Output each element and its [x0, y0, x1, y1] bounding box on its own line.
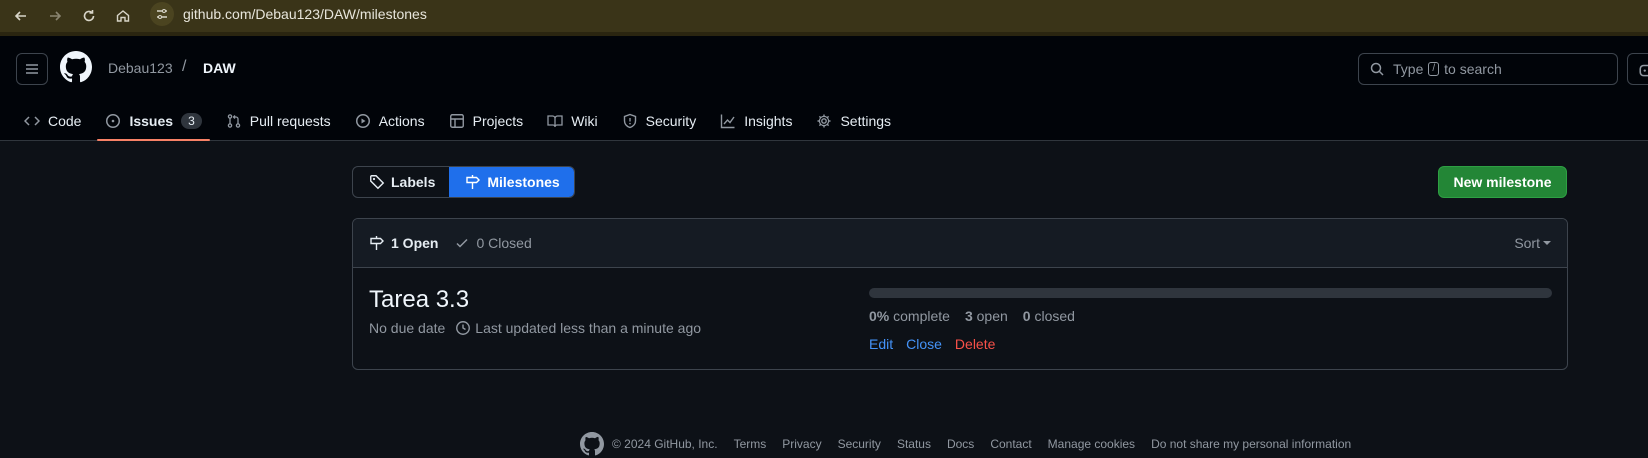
closed-filter[interactable]: 0 Closed [454, 235, 532, 251]
milestones-list-header: 1 Open 0 Closed Sort [353, 219, 1567, 268]
sort-dropdown[interactable]: Sort [1514, 235, 1551, 251]
due-date: No due date [369, 320, 446, 336]
tab-actions[interactable]: Actions [347, 100, 433, 141]
table-icon [449, 113, 464, 128]
code-icon [24, 115, 40, 126]
github-logo-icon[interactable] [580, 432, 604, 456]
milestone-icon [466, 175, 481, 189]
back-icon[interactable] [10, 5, 32, 27]
milestone-actions: Edit Close Delete [869, 336, 1008, 352]
milestone-title[interactable]: Tarea 3.3 [369, 286, 469, 314]
tab-wiki[interactable]: Wiki [539, 100, 605, 141]
open-count: 1 Open [391, 235, 439, 251]
tab-label: Issues [129, 112, 174, 129]
footer-copyright: © 2024 GitHub, Inc. [612, 437, 718, 451]
milestones-label: Milestones [487, 174, 560, 190]
labels-milestones-subnav: Labels Milestones [352, 166, 575, 198]
git-pull-request-icon [227, 113, 240, 128]
edit-link[interactable]: Edit [869, 336, 893, 352]
search-shortcut-key: / [1428, 62, 1440, 76]
check-icon [456, 238, 468, 248]
site-settings-icon[interactable] [150, 2, 174, 26]
menu-button[interactable] [16, 53, 48, 85]
open-stat[interactable]: 3 open [965, 308, 1008, 324]
footer-link-manage-cookies[interactable]: Manage cookies [1048, 437, 1135, 451]
address-bar[interactable]: github.com/Debau123/DAW/milestones [150, 0, 427, 28]
tab-settings[interactable]: Settings [808, 100, 899, 141]
issues-counter: 3 [181, 112, 202, 129]
tab-label: Actions [378, 112, 425, 129]
footer-link-contact[interactable]: Contact [990, 437, 1031, 451]
tab-label: Code [48, 112, 82, 129]
github-logo-icon[interactable] [60, 51, 92, 83]
footer-link-status[interactable]: Status [897, 437, 931, 451]
footer-link-docs[interactable]: Docs [947, 437, 974, 451]
last-updated: Last updated less than a minute ago [475, 320, 702, 336]
search-icon [1370, 62, 1384, 76]
complete-stat: 0% complete [869, 308, 950, 324]
tab-label: Pull requests [249, 112, 331, 129]
breadcrumb-owner[interactable]: Debau123 [108, 60, 173, 76]
shield-icon [623, 113, 636, 128]
tab-issues[interactable]: Issues 3 [97, 100, 211, 141]
gear-icon [817, 114, 831, 127]
url-text[interactable]: github.com/Debau123/DAW/milestones [183, 6, 427, 22]
hamburger-icon [26, 64, 38, 74]
footer-link-privacy[interactable]: Privacy [782, 437, 821, 451]
footer-link-do-not-share[interactable]: Do not share my personal information [1151, 437, 1351, 451]
graph-icon [721, 114, 735, 128]
milestone-stats: 0% complete 3 open 0 closed [869, 308, 1090, 324]
close-link[interactable]: Close [906, 336, 942, 352]
breadcrumb-separator: / [182, 58, 187, 75]
tab-label: Wiki [571, 112, 598, 129]
closed-stat[interactable]: 0 closed [1023, 308, 1075, 324]
browser-toolbar: github.com/Debau123/DAW/milestones [0, 0, 1648, 32]
labels-label: Labels [391, 174, 436, 190]
milestones-link[interactable]: Milestones [449, 167, 574, 197]
forward-icon[interactable] [44, 5, 66, 27]
repo-tabs: Code Issues 3 Pull requests Actions Proj… [16, 100, 907, 141]
book-icon [547, 114, 563, 127]
search-prefix: Type [1393, 61, 1424, 77]
tab-code[interactable]: Code [16, 100, 89, 141]
tag-icon [370, 175, 385, 190]
tab-label: Insights [744, 112, 793, 129]
home-icon[interactable] [112, 5, 134, 27]
chevron-down-icon [1543, 241, 1551, 245]
open-filter[interactable]: 1 Open [369, 235, 438, 251]
search-suffix: to search [1444, 61, 1502, 77]
delete-link[interactable]: Delete [955, 336, 995, 352]
labels-link[interactable]: Labels [353, 167, 449, 197]
sort-label: Sort [1514, 235, 1540, 251]
tab-pull-requests[interactable]: Pull requests [218, 100, 339, 141]
tab-label: Security [645, 112, 697, 129]
new-milestone-button[interactable]: New milestone [1438, 166, 1567, 198]
page-footer: © 2024 GitHub, Inc. Terms Privacy Securi… [580, 432, 1367, 456]
milestone-meta: No due date Last updated less than a min… [369, 320, 701, 336]
repo-header: Debau123 / DAW Type / to search Code Iss… [0, 36, 1648, 141]
tab-projects[interactable]: Projects [441, 100, 532, 141]
milestone-row: Tarea 3.3 No due date Last updated less … [353, 268, 1567, 369]
closed-count: 0 Closed [476, 235, 532, 251]
clock-icon [456, 321, 471, 335]
search-input[interactable]: Type / to search [1358, 53, 1618, 85]
copilot-icon [1639, 64, 1648, 77]
footer-link-terms[interactable]: Terms [734, 437, 767, 451]
tab-security[interactable]: Security [614, 100, 705, 141]
tab-label: Settings [840, 112, 892, 129]
milestone-icon [370, 236, 384, 250]
play-icon [355, 113, 370, 128]
copilot-button[interactable] [1627, 53, 1648, 85]
milestone-progress-bar [869, 288, 1552, 298]
tab-insights[interactable]: Insights [712, 100, 800, 141]
issue-opened-icon [106, 113, 121, 128]
tab-label: Projects [472, 112, 524, 129]
footer-link-security[interactable]: Security [838, 437, 881, 451]
breadcrumb-repo[interactable]: DAW [203, 60, 236, 76]
milestones-list: 1 Open 0 Closed Sort Tarea 3.3 No due da… [352, 218, 1568, 370]
reload-icon[interactable] [78, 5, 100, 27]
